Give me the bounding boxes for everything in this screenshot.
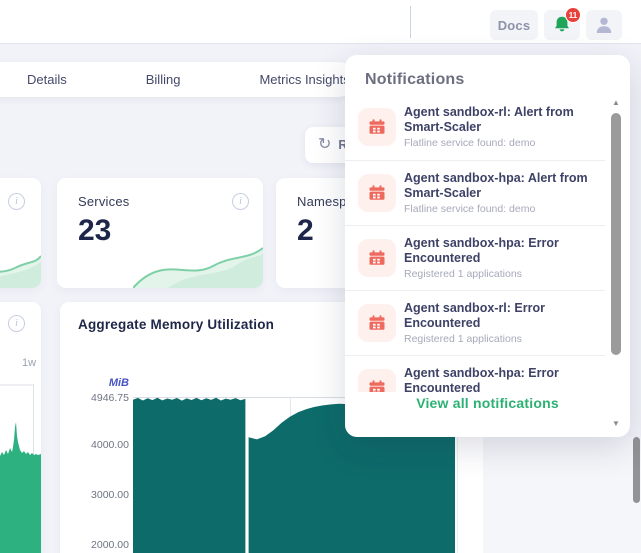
refresh-icon: ↻ [318, 137, 331, 153]
notifications-list: Agent sandbox-rl: Alert from Smart-Scale… [345, 95, 605, 392]
notifications-dropdown: Notifications Agent sandbox-rl: Alert fr… [345, 55, 630, 437]
info-icon[interactable]: i [8, 193, 25, 210]
tab-metrics-insights[interactable]: Metrics Insights [259, 72, 349, 87]
top-navbar: Docs [0, 0, 641, 44]
info-icon[interactable]: i [232, 193, 249, 210]
chart-title: Aggregate Memory Utilization [78, 317, 274, 332]
notification-item[interactable]: Agent sandbox-rl: Error Encountered Regi… [345, 290, 605, 355]
card-wave-decoration [133, 240, 263, 288]
stat-card-partial: i [0, 178, 41, 288]
header-divider [410, 6, 411, 38]
view-all-notifications-link[interactable]: View all notifications [345, 395, 630, 411]
notifications-title: Notifications [365, 71, 465, 89]
app-screen: Docs 11 Details Billing Metrics Insights [0, 0, 641, 553]
calendar-alert-icon [358, 369, 396, 392]
notification-subtitle: Flatline service found: demo [404, 203, 604, 215]
tab-billing[interactable]: Billing [146, 72, 181, 87]
user-avatar-button[interactable] [586, 10, 622, 40]
partial-left-chart [0, 384, 41, 553]
stat-card-title: Namesp [297, 194, 347, 209]
notification-title: Agent sandbox-hpa: Alert from Smart-Scal… [404, 171, 604, 201]
docs-button[interactable]: Docs [490, 10, 538, 40]
page-tabs: Details Billing Metrics Insights [0, 62, 356, 97]
calendar-alert-icon [358, 239, 396, 277]
notifications-scrollbar[interactable]: ▲ ▼ [610, 97, 622, 430]
calendar-alert-icon [358, 108, 396, 146]
notification-item[interactable]: Agent sandbox-hpa: Error Encountered Reg… [345, 225, 605, 290]
notification-item[interactable]: Agent sandbox-hpa: Alert from Smart-Scal… [345, 160, 605, 225]
scroll-up-arrow[interactable]: ▲ [610, 97, 622, 109]
card-wave-decoration [0, 248, 41, 288]
y-axis-tick: 3000.00 [69, 489, 129, 501]
page-scrollbar-thumb[interactable] [633, 437, 640, 503]
stat-card-value: 23 [78, 214, 111, 248]
tab-details[interactable]: Details [27, 72, 67, 87]
notification-title: Agent sandbox-rl: Error Encountered [404, 301, 604, 331]
scroll-down-arrow[interactable]: ▼ [610, 418, 622, 430]
stat-card-title: Services [78, 194, 129, 209]
info-icon[interactable]: i [8, 315, 25, 332]
notification-item[interactable]: Agent sandbox-hpa: Error Encountered [345, 355, 605, 392]
right-panel [483, 437, 641, 553]
y-axis-tick: 2000.00 [69, 539, 129, 551]
notification-title: Agent sandbox-rl: Alert from Smart-Scale… [404, 105, 604, 135]
stat-card-value: 2 [297, 214, 314, 248]
notification-subtitle: Registered 1 applications [404, 333, 604, 345]
right-gutter [458, 437, 483, 553]
notification-item[interactable]: Agent sandbox-rl: Alert from Smart-Scale… [345, 95, 605, 160]
stat-card-services: Services 23 i [57, 178, 263, 288]
notification-title: Agent sandbox-hpa: Error Encountered [404, 236, 604, 266]
scrollbar-thumb[interactable] [611, 113, 621, 355]
notification-subtitle: Flatline service found: demo [404, 137, 604, 149]
y-axis-tick: 4000.00 [69, 439, 129, 451]
y-axis-tick: 4946.75 [69, 392, 129, 404]
y-axis-unit-label: MiB [69, 377, 129, 389]
notification-count-badge: 11 [565, 7, 581, 23]
notification-title: Agent sandbox-hpa: Error Encountered [404, 366, 604, 392]
user-icon [594, 15, 614, 35]
time-range-label: 1w [22, 357, 36, 369]
notification-subtitle: Registered 1 applications [404, 268, 604, 280]
calendar-alert-icon [358, 174, 396, 212]
calendar-alert-icon [358, 304, 396, 342]
